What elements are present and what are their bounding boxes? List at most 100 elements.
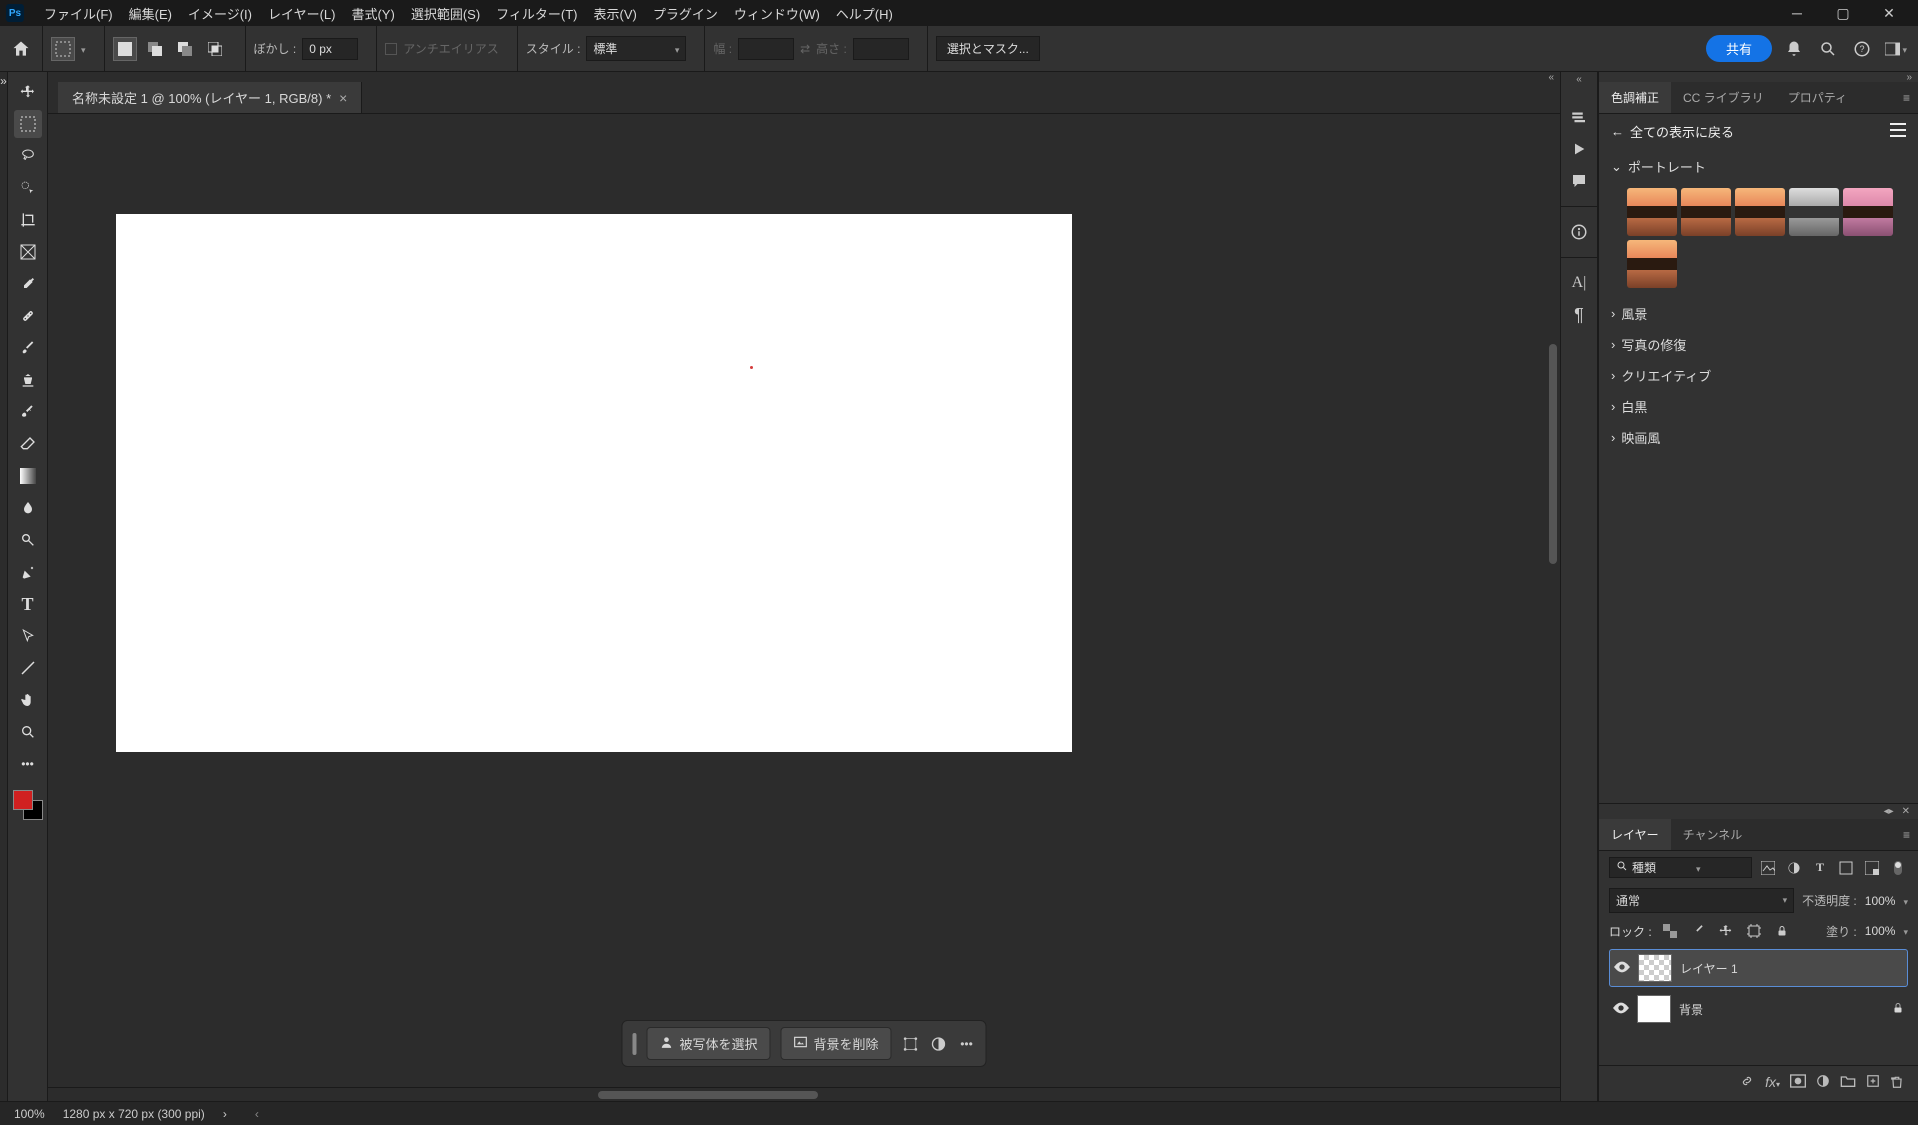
scroll-left-icon[interactable]: ‹	[255, 1107, 259, 1121]
menu-view[interactable]: 表示(V)	[586, 0, 645, 27]
tab-layers[interactable]: レイヤー	[1599, 819, 1671, 850]
menu-plugins[interactable]: プラグイン	[645, 0, 726, 27]
preset-thumb[interactable]	[1735, 188, 1785, 236]
workspace-switcher-icon[interactable]	[1884, 37, 1908, 61]
remove-background-button[interactable]: 背景を削除	[781, 1027, 892, 1060]
window-minimize[interactable]: ─	[1774, 0, 1820, 26]
character-panel-icon[interactable]: A|	[1568, 272, 1590, 294]
preset-thumb[interactable]	[1681, 188, 1731, 236]
canvas[interactable]	[116, 214, 1072, 752]
layer-item[interactable]: 背景	[1609, 991, 1908, 1027]
collapse-panel-icon[interactable]: «	[1548, 72, 1554, 82]
layer-style-icon[interactable]: fx▾	[1765, 1074, 1780, 1093]
layer-mask-icon[interactable]	[1790, 1074, 1806, 1093]
delete-layer-icon[interactable]	[1890, 1074, 1904, 1093]
marquee-tool-icon[interactable]	[51, 37, 75, 61]
filter-shape-icon[interactable]	[1836, 858, 1856, 878]
layer-name[interactable]: レイヤー 1	[1680, 960, 1738, 977]
select-and-mask-button[interactable]: 選択とマスク...	[936, 36, 1040, 61]
comments-panel-icon[interactable]	[1568, 170, 1590, 192]
menu-type[interactable]: 書式(Y)	[343, 0, 402, 27]
selection-intersect-icon[interactable]	[203, 37, 227, 61]
tool-preset-dropdown[interactable]	[81, 42, 86, 56]
menu-select[interactable]: 選択範囲(S)	[403, 0, 488, 27]
drag-handle-icon[interactable]	[632, 1033, 636, 1055]
lock-artboard-icon[interactable]	[1744, 921, 1764, 941]
left-collapse-rail[interactable]	[0, 72, 8, 1101]
adjustments-icon[interactable]	[930, 1035, 948, 1053]
link-layers-icon[interactable]	[1739, 1074, 1755, 1093]
lock-transparency-icon[interactable]	[1660, 921, 1680, 941]
layer-filter-input[interactable]	[1632, 861, 1692, 875]
rectangular-marquee-tool[interactable]	[14, 110, 42, 138]
brush-tool[interactable]	[14, 334, 42, 362]
line-tool[interactable]	[14, 654, 42, 682]
layer-thumbnail[interactable]	[1638, 954, 1672, 982]
tab-properties[interactable]: プロパティ	[1776, 82, 1859, 113]
more-options-icon[interactable]: •••	[958, 1035, 976, 1053]
lasso-tool[interactable]	[14, 142, 42, 170]
fill-value[interactable]: 100%	[1865, 924, 1896, 938]
horizontal-scroll-thumb[interactable]	[598, 1091, 818, 1099]
close-layers-icon[interactable]: ✕	[1902, 806, 1910, 817]
fill-dropdown-icon[interactable]	[1903, 924, 1908, 938]
menu-file[interactable]: ファイル(F)	[36, 0, 121, 27]
category-landscape[interactable]: ›風景	[1611, 298, 1906, 329]
edit-toolbar[interactable]: •••	[14, 750, 42, 778]
crop-tool[interactable]	[14, 206, 42, 234]
eyedropper-tool[interactable]	[14, 270, 42, 298]
chevron-down-icon[interactable]	[1696, 861, 1701, 875]
menu-edit[interactable]: 編集(E)	[121, 0, 180, 27]
opacity-value[interactable]: 100%	[1865, 894, 1896, 908]
layer-name[interactable]: 背景	[1679, 1001, 1703, 1018]
layer-filter-search[interactable]	[1609, 857, 1752, 878]
transform-icon[interactable]	[902, 1035, 920, 1053]
zoom-tool[interactable]	[14, 718, 42, 746]
actions-panel-icon[interactable]	[1568, 138, 1590, 160]
filter-smartobject-icon[interactable]	[1862, 858, 1882, 878]
notifications-icon[interactable]	[1782, 37, 1806, 61]
tab-channels[interactable]: チャンネル	[1671, 819, 1755, 850]
lock-all-icon[interactable]	[1772, 921, 1792, 941]
category-photo-repair[interactable]: ›写真の修復	[1611, 329, 1906, 360]
info-panel-icon[interactable]	[1568, 221, 1590, 243]
foreground-color-swatch[interactable]	[13, 790, 33, 810]
clone-stamp-tool[interactable]	[14, 366, 42, 394]
window-maximize[interactable]: ▢	[1820, 0, 1866, 26]
category-bw[interactable]: ›白黒	[1611, 391, 1906, 422]
info-chevron-icon[interactable]: ›	[223, 1107, 227, 1121]
category-creative[interactable]: ›クリエイティブ	[1611, 360, 1906, 391]
spot-healing-tool[interactable]	[14, 302, 42, 330]
group-layers-icon[interactable]	[1840, 1074, 1856, 1093]
back-all-label[interactable]: 全ての表示に戻る	[1630, 122, 1734, 141]
back-arrow-icon[interactable]: ←	[1611, 124, 1624, 139]
tab-cc-libraries[interactable]: CC ライブラリ	[1671, 82, 1776, 113]
layer-item[interactable]: レイヤー 1	[1609, 949, 1908, 987]
type-tool[interactable]: T	[14, 590, 42, 618]
share-button[interactable]: 共有	[1706, 35, 1772, 62]
adjustment-layer-icon[interactable]	[1816, 1074, 1830, 1093]
layers-panel-menu-icon[interactable]: ≡	[1895, 819, 1918, 850]
filter-type-icon[interactable]: T	[1810, 858, 1830, 878]
preset-thumb[interactable]	[1627, 240, 1677, 288]
frame-tool[interactable]	[14, 238, 42, 266]
lock-image-icon[interactable]	[1688, 921, 1708, 941]
document-tab[interactable]: 名称未設定 1 @ 100% (レイヤー 1, RGB/8) * ×	[58, 82, 362, 113]
collapse-layers-icon[interactable]: ◂▸	[1884, 806, 1894, 817]
collapse-right-icon[interactable]: »	[1906, 72, 1912, 82]
lock-position-icon[interactable]	[1716, 921, 1736, 941]
menu-filter[interactable]: フィルター(T)	[488, 0, 585, 27]
paragraph-panel-icon[interactable]: ¶	[1568, 304, 1590, 326]
move-tool[interactable]	[14, 78, 42, 106]
eraser-tool[interactable]	[14, 430, 42, 458]
layer-thumbnail[interactable]	[1637, 995, 1671, 1023]
visibility-toggle-icon[interactable]	[1613, 1002, 1629, 1017]
history-panel-icon[interactable]	[1568, 106, 1590, 128]
quick-selection-tool[interactable]	[14, 174, 42, 202]
blend-mode-select[interactable]: 通常	[1609, 888, 1794, 913]
zoom-level[interactable]: 100%	[14, 1107, 45, 1121]
style-select[interactable]: 標準	[586, 36, 686, 61]
gradient-tool[interactable]	[14, 462, 42, 490]
hand-tool[interactable]	[14, 686, 42, 714]
canvas-viewport[interactable]: 被写体を選択 背景を削除 •••	[48, 114, 1560, 1087]
